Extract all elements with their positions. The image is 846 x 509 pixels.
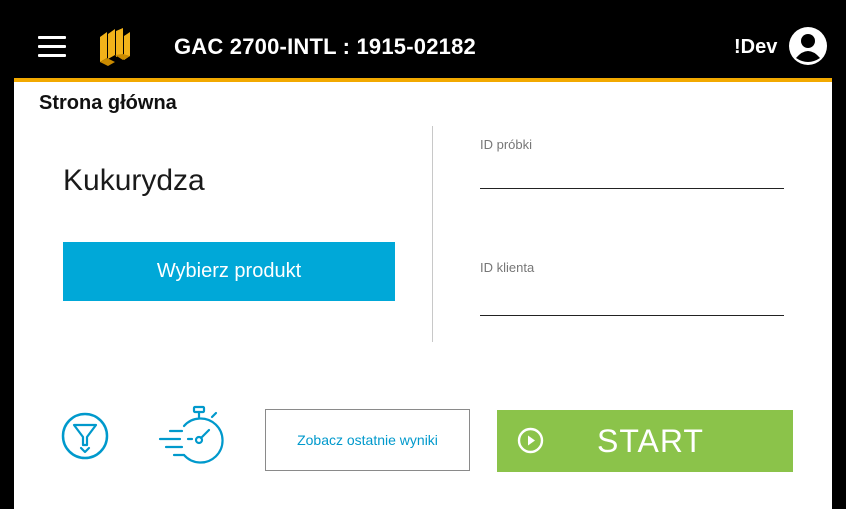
user-account-icon[interactable] <box>788 26 828 66</box>
sample-id-input[interactable] <box>480 158 784 186</box>
selected-product-name: Kukurydza <box>63 164 205 197</box>
device-frame: GAC 2700-INTL : 1915-02182 !Dev Strona g… <box>0 0 846 509</box>
funnel-icon[interactable] <box>61 412 109 460</box>
brand-logo <box>100 28 130 66</box>
client-id-underline <box>480 315 784 316</box>
hamburger-menu-icon[interactable] <box>38 36 66 58</box>
device-title: GAC 2700-INTL : 1915-02182 <box>174 34 476 59</box>
play-circle-icon <box>517 427 544 454</box>
recent-results-button[interactable]: Zobacz ostatnie wyniki <box>265 409 470 471</box>
page-title: Strona główna <box>39 92 177 114</box>
client-id-label: ID klienta <box>480 260 535 275</box>
app-header: GAC 2700-INTL : 1915-02182 !Dev <box>14 14 832 78</box>
start-button[interactable]: START <box>497 410 793 472</box>
client-id-input[interactable] <box>480 285 784 313</box>
section-divider <box>432 126 433 342</box>
home-screen: Strona główna Kukurydza Wybierz produkt … <box>14 82 832 509</box>
start-label: START <box>597 423 704 459</box>
stopwatch-icon[interactable] <box>158 405 224 465</box>
sample-id-label: ID próbki <box>480 137 533 152</box>
sample-id-underline <box>480 188 784 189</box>
select-product-button[interactable]: Wybierz produkt <box>63 242 395 301</box>
user-name: !Dev <box>734 36 778 58</box>
